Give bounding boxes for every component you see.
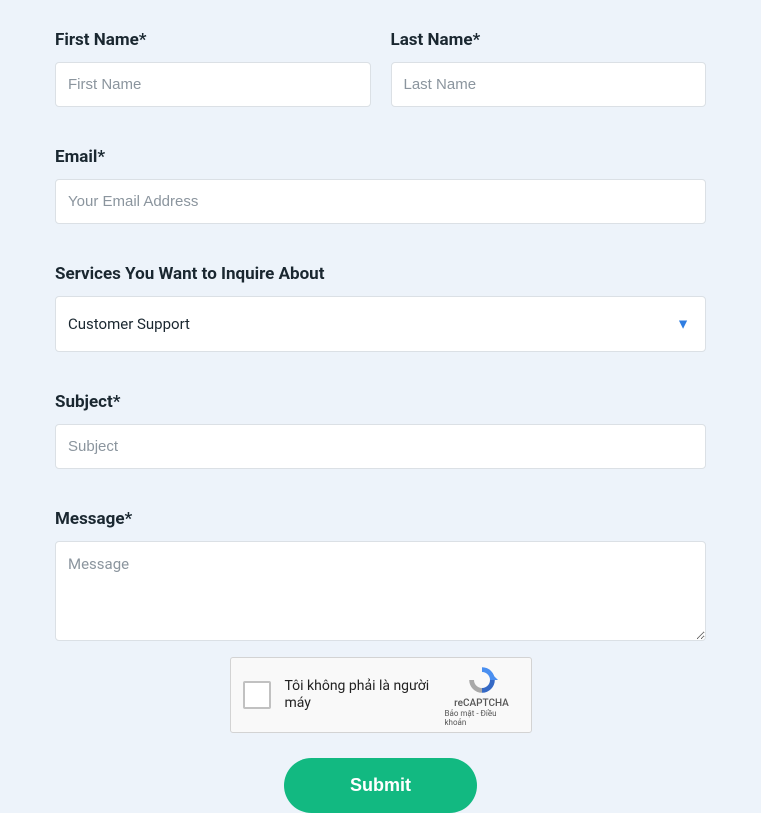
services-select[interactable]: Customer Support [55, 296, 706, 352]
contact-form: First Name* Last Name* Email* Services Y… [55, 30, 706, 813]
first-name-label: First Name* [55, 30, 371, 50]
services-group: Services You Want to Inquire About Custo… [55, 264, 706, 352]
email-input[interactable] [55, 179, 706, 224]
message-textarea[interactable] [55, 541, 706, 641]
subject-input[interactable] [55, 424, 706, 469]
recaptcha-text: Tôi không phải là người máy [285, 678, 445, 713]
first-name-group: First Name* [55, 30, 371, 107]
last-name-input[interactable] [391, 62, 707, 107]
email-label: Email* [55, 147, 706, 167]
subject-label: Subject* [55, 392, 706, 412]
submit-container: Submit [55, 758, 706, 813]
message-group: Message* [55, 509, 706, 645]
last-name-label: Last Name* [391, 30, 707, 50]
recaptcha-brand: reCAPTCHA [454, 698, 509, 709]
first-name-input[interactable] [55, 62, 371, 107]
services-label: Services You Want to Inquire About [55, 264, 706, 284]
email-group: Email* [55, 147, 706, 224]
recaptcha-logo-area: reCAPTCHA Bảo mật - Điều khoản [445, 664, 519, 727]
last-name-group: Last Name* [391, 30, 707, 107]
services-select-wrapper: Customer Support ▼ [55, 296, 706, 352]
recaptcha-links: Bảo mật - Điều khoản [445, 709, 519, 727]
subject-group: Subject* [55, 392, 706, 469]
recaptcha-icon [466, 664, 498, 696]
message-label: Message* [55, 509, 706, 529]
recaptcha-box: Tôi không phải là người máy reCAPTCHA Bả… [230, 657, 532, 733]
submit-button[interactable]: Submit [284, 758, 477, 813]
recaptcha-checkbox[interactable] [243, 681, 271, 709]
recaptcha-container: Tôi không phải là người máy reCAPTCHA Bả… [55, 657, 706, 733]
